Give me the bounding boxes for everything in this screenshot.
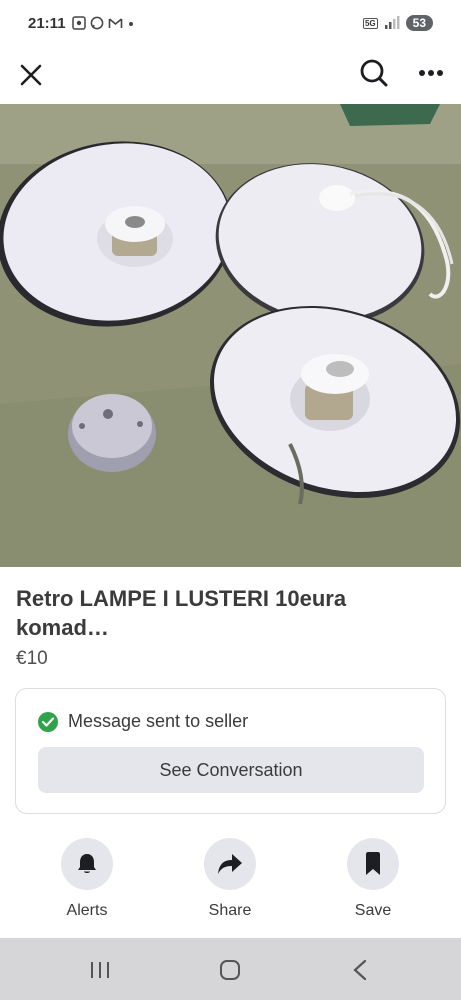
listing-price: €10: [16, 648, 48, 669]
gmail-icon: [108, 18, 122, 28]
network-badge: 5G: [362, 17, 378, 29]
back-button[interactable]: [340, 956, 380, 984]
back-icon: [353, 959, 367, 981]
recent-apps-button[interactable]: [80, 956, 120, 984]
lamp-photo-image: [0, 104, 461, 567]
notification-icons: [71, 16, 135, 30]
status-bar: 21:11 5G 53: [0, 0, 461, 46]
action-row: Alerts Share Save: [0, 838, 461, 928]
dot-icon: [128, 22, 133, 26]
bell-icon: [78, 854, 96, 873]
home-button[interactable]: [210, 956, 250, 984]
screenshot-icon: [71, 16, 86, 30]
more-icon: [419, 70, 443, 76]
check-circle-icon: [38, 711, 58, 732]
home-icon: [220, 960, 240, 980]
recent-apps-icon: [91, 962, 109, 978]
share-button[interactable]: Share: [180, 838, 280, 920]
alerts-label: Alerts: [66, 902, 108, 919]
signal-icon: [384, 16, 400, 29]
status-time: 21:11: [28, 14, 66, 32]
search-icon: [360, 59, 388, 87]
see-conversation-button[interactable]: See Conversation: [38, 747, 424, 793]
alerts-icon-circle[interactable]: [61, 838, 113, 890]
share-label: Share: [208, 902, 252, 919]
message-status-card: Message sent to seller See Conversation: [15, 688, 446, 814]
listing-photo[interactable]: [0, 104, 461, 567]
message-status-row: Message sent to seller: [38, 711, 248, 732]
share-icon-circle[interactable]: [204, 838, 256, 890]
message-status-text: Message sent to seller: [68, 711, 249, 731]
search-button[interactable]: [355, 54, 393, 92]
close-icon: [20, 64, 42, 86]
top-bar: [0, 46, 461, 104]
system-nav-bar: [0, 938, 461, 1000]
close-button[interactable]: [12, 56, 50, 94]
save-button[interactable]: Save: [323, 838, 423, 920]
save-icon-circle[interactable]: [347, 838, 399, 890]
listing-title: Retro LAMPE I LUSTERI 10eura komad…: [16, 586, 347, 640]
save-label: Save: [354, 902, 392, 919]
whatsapp-icon: [90, 16, 103, 30]
share-arrow-icon: [218, 854, 242, 874]
alerts-button[interactable]: Alerts: [37, 838, 137, 920]
bookmark-icon: [366, 852, 380, 875]
battery-indicator: 53: [405, 15, 433, 31]
more-options-button[interactable]: [412, 54, 450, 92]
